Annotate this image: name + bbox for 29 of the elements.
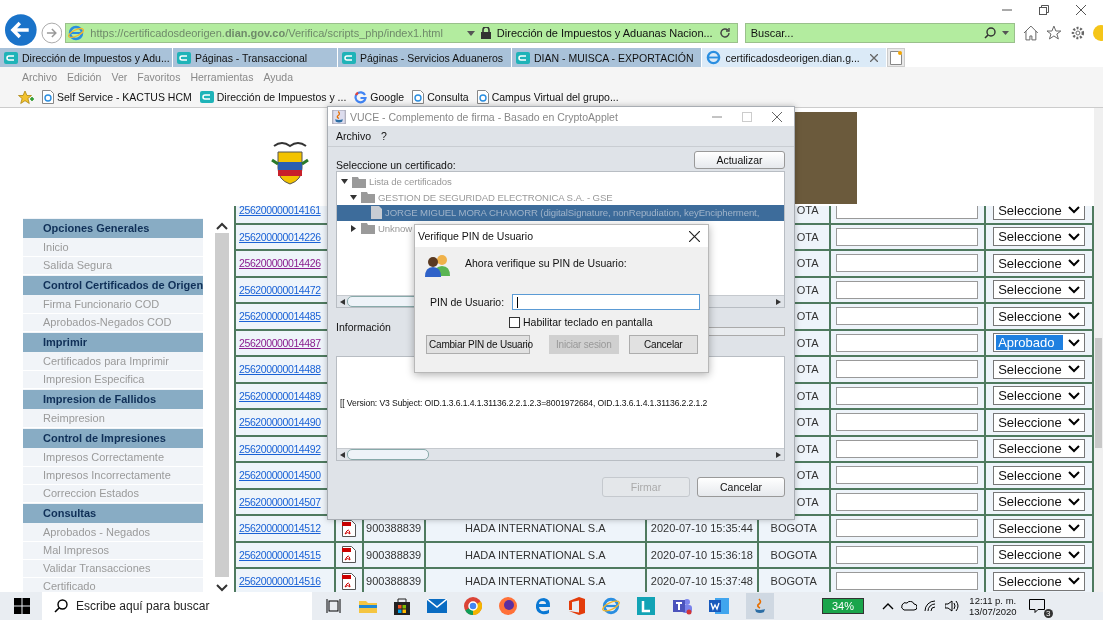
dialog-title: Verifique PIN de Usuario <box>418 230 533 242</box>
menu-section-header: Control Certificados de Origen <box>23 276 203 295</box>
tree-node-label: Lista de certificados <box>369 176 452 188</box>
site-title: Dirección de Impuestos y Aduanas Nacion... <box>496 27 713 39</box>
table-cell: HADA INTERNATIONAL S.A <box>425 542 648 567</box>
prompt-text: Seleccione un certificado: <box>336 159 456 171</box>
url-text: https://certificadosdeorigen.dian.gov.co/Verifica/scripts_php/index1.html <box>90 27 443 39</box>
menu-section-header: Control de Impresiones <box>23 429 203 448</box>
table-cell: BOGOTA <box>758 569 831 592</box>
tree-node-label: Unknow <box>378 222 413 234</box>
checkbox-label: Habilitar teclado en pantalla <box>523 316 653 328</box>
time-text: 12:11 p. m. <box>969 595 1017 606</box>
menu-section-header: Impresion de Fallidos <box>23 390 203 409</box>
field-label: PIN de Usuario: <box>430 296 505 308</box>
notification-count: 3 <box>1044 609 1053 618</box>
section-label: Información <box>336 321 391 333</box>
certificate-info-text: [[ Version: V3 Subject: OID.1.3.6.1.4.1.31136.2.2.1.2.3=8001972684, OID.1.3.6.1.4.1.31136.2.2.1.2 <box>340 397 708 408</box>
window-title: VUCE - Complemento de firma - Basado en CryptoApplet <box>350 110 618 123</box>
table-cell: 2020-07-10 15:37:48 <box>647 569 759 592</box>
table-cell: 2020-07-10 15:36:18 <box>647 542 759 567</box>
tree-node-label: GESTION DE SEGURIDAD ELECTRONICA S.A. - GSE <box>378 191 613 203</box>
menu-section-header: Imprimir <box>23 333 203 352</box>
dialog-message: Ahora verifique su PIN de Usuario: <box>465 257 627 269</box>
table-cell: 900388839 <box>363 569 426 592</box>
tree-node-label: JORGE MIGUEL MORA CHAMORR (digitalSignature, nonRepudiation, keyEncipherment, <box>385 207 760 219</box>
menu-section-header: Consultas <box>23 504 203 523</box>
table-cell: HADA INTERNATIONAL S.A <box>425 569 648 592</box>
date-text: 13/07/2020 <box>969 606 1017 617</box>
menu-section-header: Opciones Generales <box>23 219 203 238</box>
